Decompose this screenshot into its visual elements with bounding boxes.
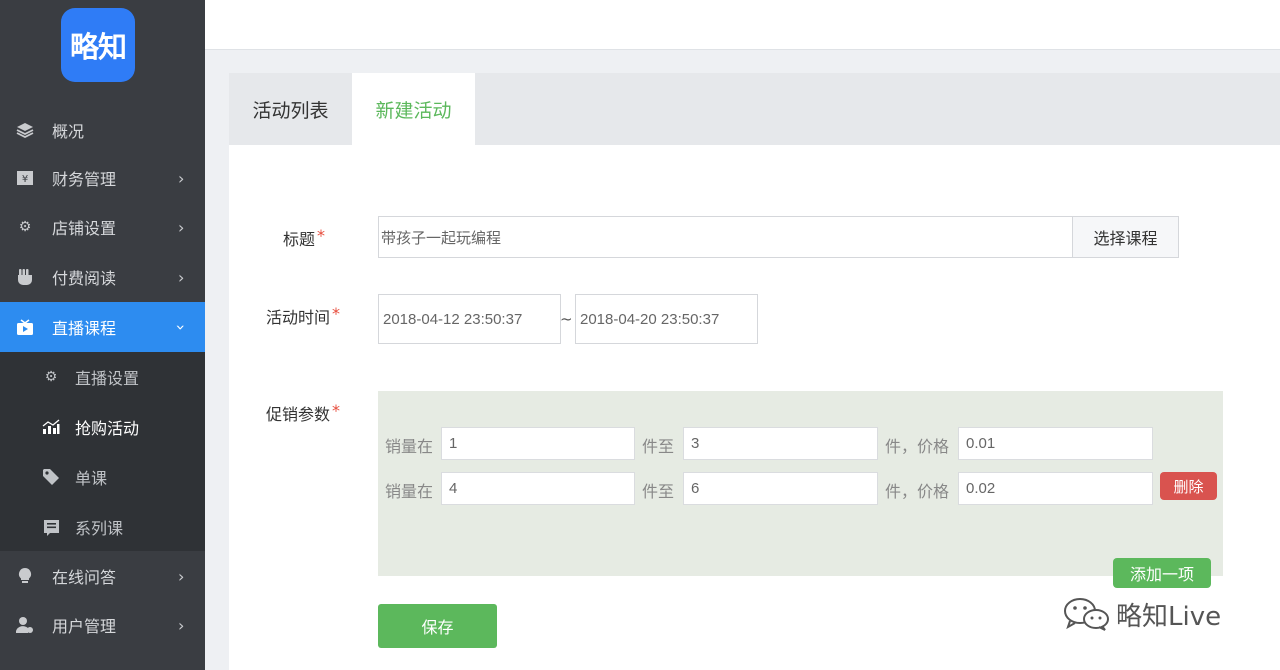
sidebar-item-label: 财务管理 (52, 170, 117, 189)
sidebar-item-overview[interactable]: 概况 (0, 105, 205, 155)
select-course-button[interactable]: 选择课程 (1072, 216, 1179, 258)
sales-from-label: 销量在 (385, 482, 434, 501)
price-label: 件，价格 (885, 482, 950, 501)
add-row-button[interactable]: 添加一项 (1113, 558, 1211, 588)
pay-read-icon (16, 268, 34, 286)
sidebar: 略知 概况 ¥ 财务管理 › ⚙ 店铺设置 › 付费阅读 › 直播课程 › ⚙ (0, 0, 205, 670)
price-label: 件，价格 (885, 437, 950, 456)
sidebar-item-label: 用户管理 (52, 617, 117, 636)
chevron-right-icon: › (178, 168, 185, 188)
sales-from-input[interactable]: 1 (441, 427, 635, 460)
sidebar-item-label: 店铺设置 (52, 219, 117, 238)
logo-area: 略知 (0, 0, 205, 102)
sales-to-label: 件至 (642, 482, 675, 501)
time-separator: ~ (560, 310, 573, 328)
sidebar-item-user-management[interactable]: 用户管理 › (0, 600, 205, 650)
title-label: 标题 * (283, 226, 325, 250)
chevron-right-icon: › (178, 217, 185, 237)
sales-to-label: 件至 (642, 437, 675, 456)
required-mark: * (332, 304, 341, 323)
sidebar-item-shop-settings[interactable]: ⚙ 店铺设置 › (0, 202, 205, 252)
sales-to-input[interactable]: 3 (683, 427, 878, 460)
chevron-down-icon: › (171, 323, 191, 331)
book-icon (42, 518, 60, 536)
gear-icon: ⚙ (18, 219, 32, 235)
sales-from-input[interactable]: 4 (441, 472, 635, 505)
layers-icon (16, 121, 34, 139)
submenu-item-live-settings[interactable]: ⚙ 直播设置 (0, 352, 205, 402)
sidebar-item-label: 在线问答 (52, 568, 117, 587)
sales-from-label: 销量在 (385, 437, 434, 456)
svg-text:¥: ¥ (22, 174, 28, 185)
gear-icon: ⚙ (44, 369, 58, 385)
title-input[interactable]: 带孩子一起玩编程 (378, 216, 1073, 258)
sidebar-item-qa[interactable]: 在线问答 › (0, 551, 205, 601)
sidebar-item-label: 付费阅读 (52, 269, 117, 288)
top-header (205, 0, 1280, 50)
delete-row-button[interactable]: 删除 (1160, 472, 1217, 500)
watermark: 略知Live (1062, 592, 1221, 636)
title-label-text: 标题 (283, 230, 316, 249)
required-mark: * (332, 401, 341, 420)
live-tv-icon (16, 318, 34, 336)
submenu-item-label: 直播设置 (75, 369, 140, 388)
sidebar-item-label: 概况 (52, 122, 85, 141)
live-courses-submenu: ⚙ 直播设置 抢购活动 单课 系列课 (0, 352, 205, 551)
sidebar-item-paid-reading[interactable]: 付费阅读 › (0, 252, 205, 302)
price-input[interactable]: 0.01 (958, 427, 1153, 460)
app-logo[interactable]: 略知 (61, 8, 135, 82)
promo-label: 促销参数 * (266, 401, 340, 425)
end-time-input[interactable]: 2018-04-20 23:50:37 (575, 294, 758, 344)
tag-icon (42, 468, 60, 486)
time-label-text: 活动时间 (266, 308, 331, 327)
chevron-right-icon: › (178, 566, 185, 586)
bar-chart-icon (42, 418, 60, 436)
sidebar-item-live-courses[interactable]: 直播课程 › (0, 302, 205, 352)
sidebar-item-label: 直播课程 (52, 319, 117, 338)
sidebar-item-finance[interactable]: ¥ 财务管理 › (0, 153, 205, 203)
wechat-icon (1064, 598, 1109, 631)
watermark-text: 略知Live (1116, 601, 1222, 632)
start-time-input[interactable]: 2018-04-12 23:50:37 (378, 294, 561, 344)
tab-new-activity[interactable]: 新建活动 (352, 73, 475, 145)
submenu-item-label: 单课 (75, 469, 108, 488)
price-input[interactable]: 0.02 (958, 472, 1153, 505)
chevron-right-icon: › (178, 267, 185, 287)
tab-activity-list[interactable]: 活动列表 (229, 73, 352, 145)
submenu-item-label: 系列课 (75, 519, 124, 538)
chevron-right-icon: › (178, 615, 185, 635)
user-gear-icon (16, 616, 34, 634)
submenu-item-single-course[interactable]: 单课 (0, 452, 205, 502)
required-mark: * (317, 226, 326, 245)
submenu-item-label: 抢购活动 (75, 419, 140, 438)
submenu-item-flash-sale[interactable]: 抢购活动 (0, 402, 205, 452)
lightbulb-icon (16, 567, 34, 585)
promo-label-text: 促销参数 (266, 405, 331, 424)
finance-icon: ¥ (16, 169, 34, 187)
submenu-item-series-course[interactable]: 系列课 (0, 502, 205, 552)
time-label: 活动时间 * (266, 304, 340, 328)
save-button[interactable]: 保存 (378, 604, 497, 648)
sales-to-input[interactable]: 6 (683, 472, 878, 505)
tab-bar: 活动列表 新建活动 (229, 73, 1280, 145)
